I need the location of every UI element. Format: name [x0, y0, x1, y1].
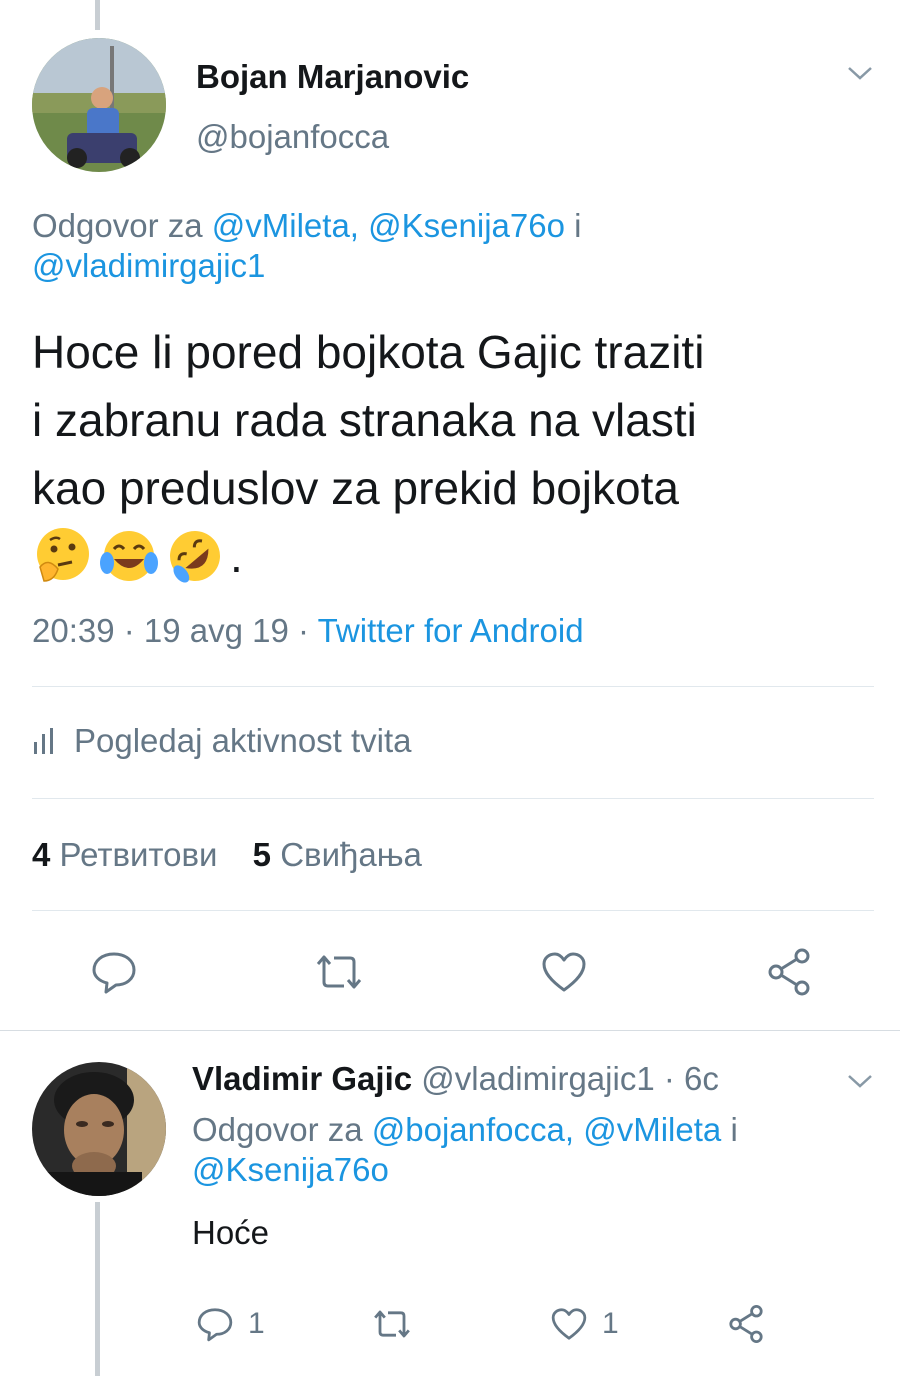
tweet-stats: 4 Ретвитови 5 Свиђања: [32, 836, 422, 874]
reply-reply-button[interactable]: 1: [196, 1306, 265, 1342]
reply-share-button[interactable]: [726, 1304, 766, 1344]
activity-bars-icon: [34, 728, 53, 754]
share-button[interactable]: [764, 948, 814, 996]
reply-button[interactable]: [90, 950, 138, 994]
divider: [32, 686, 874, 687]
chevron-down-icon[interactable]: [846, 64, 874, 87]
heart-icon: [542, 952, 586, 992]
divider: [32, 910, 874, 911]
reply-context: Odgovor za @vMileta, @Ksenija76o i @vlad…: [32, 206, 862, 287]
tweet-emoji-line: .: [32, 522, 704, 590]
likes-count: 5: [252, 836, 272, 873]
retweets-label: Ретвитови: [59, 836, 218, 873]
tweet-text-line: kao preduslov za prekid bojkota: [32, 462, 679, 514]
reply-text: Hoće: [192, 1214, 270, 1251]
tweet-text: Hoce li pored bojkota Gajic traziti i za…: [32, 318, 704, 590]
tweet-text-line: Hoce li pored bojkota Gajic traziti: [32, 326, 705, 378]
reply-and: i: [574, 207, 582, 244]
likes-stat[interactable]: 5 Свиђања: [253, 836, 422, 873]
reply-prefix: Odgovor za: [32, 207, 203, 244]
thread-line-top: [95, 0, 100, 30]
tweet-time[interactable]: 20:39 · 19 avg 19 ·: [32, 612, 318, 649]
mention-link[interactable]: @vMileta,: [212, 207, 359, 244]
mention-link[interactable]: @Ksenija76o: [368, 207, 565, 244]
share-icon: [729, 1305, 763, 1343]
mention-link[interactable]: @Ksenija76o: [192, 1151, 389, 1188]
divider: [32, 798, 874, 799]
reply-like-button[interactable]: 1: [550, 1306, 619, 1342]
avatar[interactable]: [32, 38, 166, 172]
retweet-button[interactable]: [312, 952, 366, 992]
retweet-icon: [316, 955, 362, 989]
heart-icon: [551, 1308, 587, 1340]
likes-label: Свиђања: [280, 836, 422, 873]
reply-count: 1: [248, 1307, 265, 1340]
reply-avatar[interactable]: [32, 1062, 166, 1196]
reply-context: Odgovor za @bojanfocca, @vMileta i @Ksen…: [192, 1110, 872, 1191]
like-button[interactable]: [540, 950, 588, 994]
reply-author-name[interactable]: Vladimir Gajic: [192, 1060, 412, 1097]
view-activity-button[interactable]: Pogledaj aktivnost tvita: [32, 722, 412, 760]
author-handle[interactable]: @bojanfocca: [196, 118, 389, 156]
reply-icon: [92, 952, 136, 994]
chevron-down-icon[interactable]: [846, 1072, 874, 1095]
reply-icon: [197, 1308, 233, 1342]
reply-header: Vladimir Gajic @vladimirgajic1 · 6c: [192, 1060, 719, 1098]
divider: [0, 1030, 900, 1031]
retweets-stat[interactable]: 4 Ретвитови: [32, 836, 218, 873]
thinking-face-icon: [37, 528, 89, 582]
tears-of-joy-icon: [100, 531, 158, 581]
share-icon: [768, 948, 810, 996]
thread-line-bottom: [95, 1202, 100, 1376]
retweets-count: 4: [32, 836, 51, 873]
reply-author-handle[interactable]: @vladimirgajic1 · 6c: [421, 1060, 719, 1097]
reply-and: i: [730, 1111, 738, 1148]
tweet-meta: 20:39 · 19 avg 19 · Twitter for Android: [32, 612, 584, 650]
rolling-laughing-icon: [170, 531, 220, 583]
reply-retweet-button[interactable]: [370, 1308, 414, 1340]
view-activity-label: Pogledaj aktivnost tvita: [74, 722, 412, 759]
tweet-text-end: .: [230, 530, 243, 582]
tweet-text-line: i zabranu rada stranaka na vlasti: [32, 394, 697, 446]
mention-link[interactable]: @vladimirgajic1: [32, 247, 265, 284]
mention-link[interactable]: @vMileta: [583, 1111, 721, 1148]
author-name[interactable]: Bojan Marjanovic: [196, 58, 469, 96]
mention-link[interactable]: @bojanfocca,: [372, 1111, 574, 1148]
reply-prefix: Odgovor za: [192, 1111, 363, 1148]
tweet-source[interactable]: Twitter for Android: [318, 612, 584, 649]
retweet-icon: [374, 1310, 410, 1338]
like-count: 1: [602, 1307, 619, 1340]
